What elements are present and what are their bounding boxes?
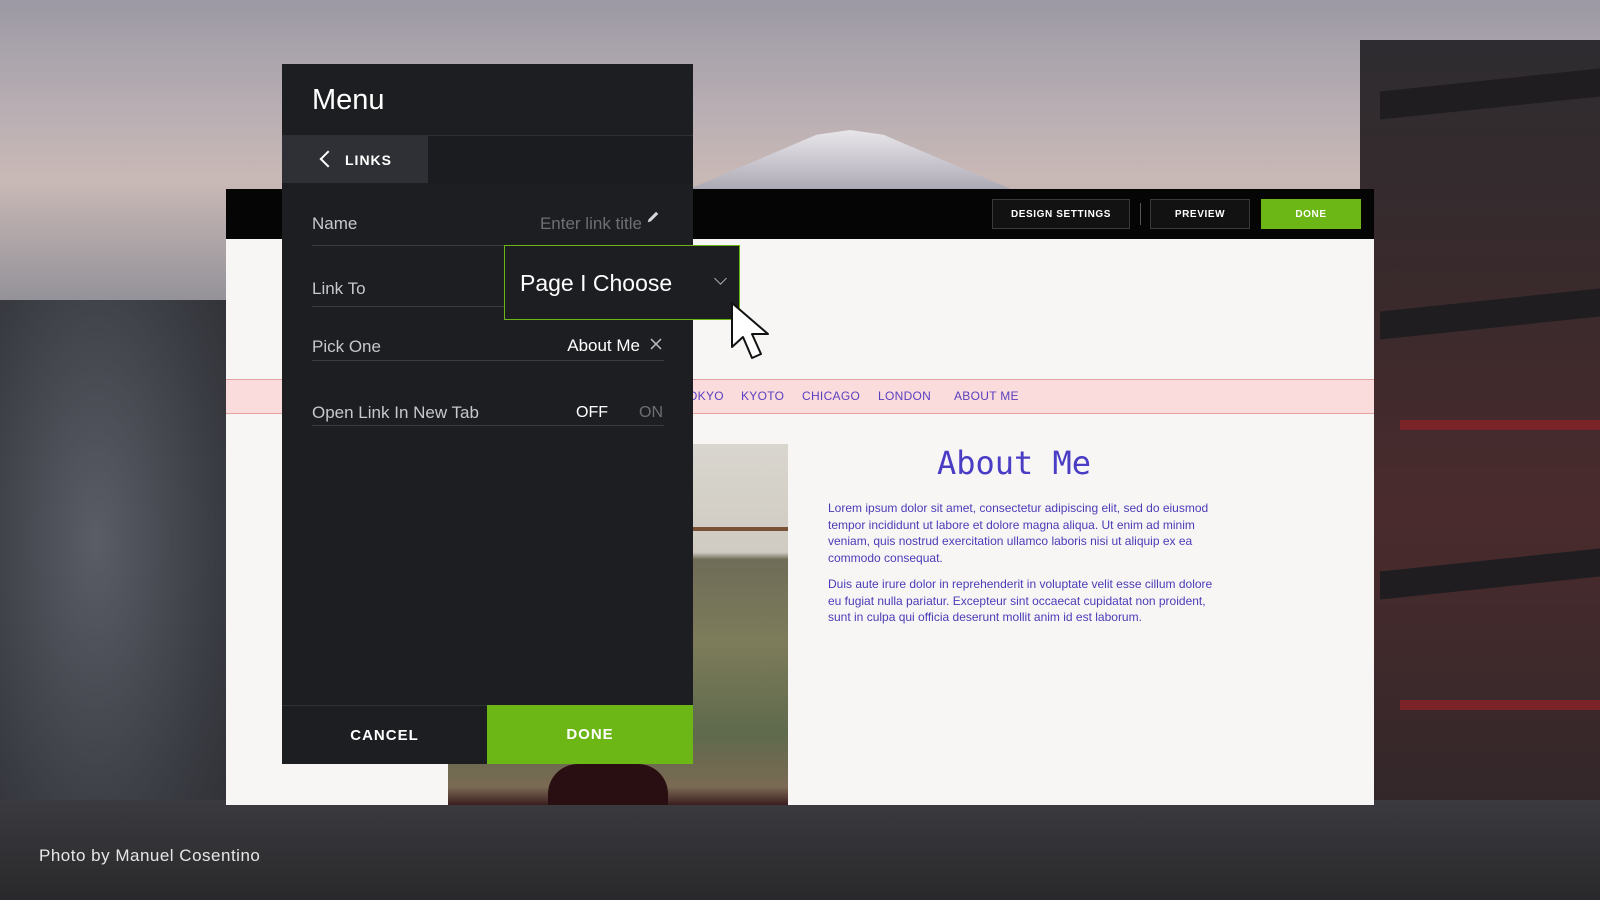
done-button[interactable]: DONE [487, 705, 693, 764]
new-tab-off-toggle[interactable]: OFF [576, 404, 608, 422]
picked-page-value: About Me [567, 336, 640, 355]
name-field-row: Name [312, 194, 664, 246]
photo-credit: Photo by Manuel Cosentino [39, 846, 261, 865]
new-tab-label: Open Link In New Tab [312, 403, 479, 422]
topbar-divider [1140, 203, 1141, 225]
links-back-tab[interactable]: LINKS [282, 136, 428, 183]
link-to-label: Link To [312, 279, 366, 298]
chevron-down-icon [714, 272, 727, 285]
new-tab-on-toggle[interactable]: ON [639, 404, 663, 422]
link-to-selected-value: Page I Choose [520, 270, 673, 296]
pick-one-label: Pick One [312, 337, 381, 356]
about-paragraph: Duis aute irure dolor in reprehenderit i… [828, 577, 1213, 625]
nav-link-chicago[interactable]: CHICAGO [802, 389, 860, 403]
about-heading: About Me [936, 444, 1092, 482]
design-settings-button[interactable]: DESIGN SETTINGS [992, 199, 1130, 229]
pick-one-field-row: Pick One About Me [312, 320, 664, 361]
menu-tab-bar: LINKS [282, 135, 693, 183]
links-tab-label: LINKS [345, 152, 392, 168]
about-paragraph: Lorem ipsum dolor sit amet, consectetur … [828, 501, 1209, 565]
cancel-button[interactable]: CANCEL [282, 705, 487, 764]
menu-footer: CANCEL DONE [282, 705, 693, 764]
chevron-left-icon [319, 150, 337, 168]
link-to-dropdown[interactable]: Page I Choose [504, 245, 740, 320]
background-pagoda [1360, 40, 1600, 900]
mouse-cursor-icon [731, 302, 769, 359]
nav-link-tokyo[interactable]: OKYO [688, 389, 724, 403]
preview-button[interactable]: PREVIEW [1150, 199, 1250, 229]
menu-panel: Menu LINKS Name Link To Pick One About M… [282, 64, 693, 764]
name-label: Name [312, 214, 358, 233]
nav-link-london[interactable]: LONDON [878, 389, 931, 403]
new-tab-field-row: Open Link In New Tab OFF ON [312, 384, 664, 426]
link-title-input[interactable] [492, 213, 642, 235]
about-photo-person [548, 764, 668, 805]
menu-panel-title: Menu [312, 84, 385, 116]
close-icon[interactable] [648, 336, 664, 352]
background-pagoda-rail [1400, 700, 1600, 710]
pencil-icon [647, 211, 659, 223]
background-pagoda-rail [1400, 420, 1600, 430]
nav-link-about-me[interactable]: ABOUT ME [954, 389, 1019, 403]
nav-link-kyoto[interactable]: KYOTO [741, 389, 784, 403]
editor-done-button[interactable]: DONE [1261, 199, 1361, 229]
